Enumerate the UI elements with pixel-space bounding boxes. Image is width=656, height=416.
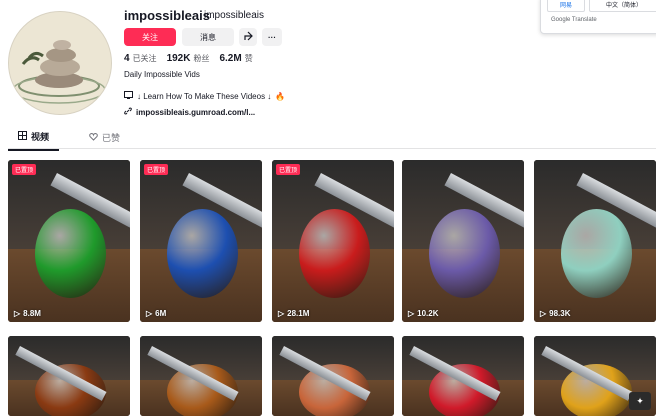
video-tile[interactable]: 已置顶 ▷ 6M [140,160,262,322]
follow-button[interactable]: 关注 [124,28,176,46]
followers-label: 粉丝 [193,54,210,63]
sparkle-corner-icon[interactable]: ✦ [629,392,651,410]
translate-popup: 网易 中文（简体） Google Translate [540,0,656,34]
video-view-count: ▷ 28.1M [278,309,309,318]
play-icon: ▷ [146,309,153,318]
following-label: 已关注 [132,54,157,63]
tabs-divider [8,148,656,149]
message-button[interactable]: 消息 [182,28,234,46]
play-icon: ▷ [14,309,21,318]
profile-nickname: impossibleais [204,10,265,21]
profile-link-text: impossibleais.gumroad.com/l... [136,107,256,117]
video-tile[interactable]: 已置顶 ▷ 8.8M [8,160,130,322]
pinned-badge: 已置顶 [12,164,37,175]
share-button[interactable] [239,28,257,46]
view-count-text: 6M [155,309,167,318]
video-tile[interactable] [8,336,130,416]
more-dots-icon: ··· [268,32,276,42]
followers-stat[interactable]: 192K 粉丝 [167,53,210,64]
following-count: 4 [124,53,130,64]
likes-label: 赞 [244,54,253,63]
profile-bio: Daily Impossible Vids [124,70,200,79]
likes-count: 6.2M [219,53,242,64]
link-icon [124,107,132,117]
view-count-text: 8.8M [23,309,41,318]
profile-bio-line2: ↓ Learn How To Make These Videos ↓ 🔥 [124,91,285,101]
profile-username: impossibleais [124,8,210,23]
more-options-button[interactable]: ··· [262,28,282,46]
share-icon [243,31,253,43]
likes-stat: 6.2M 赞 [219,53,252,64]
zen-stones-avatar-image [9,12,111,114]
profile-link[interactable]: impossibleais.gumroad.com/l... [124,107,255,117]
translate-target-button[interactable]: 中文（简体） [589,0,656,12]
video-tile[interactable] [272,336,394,416]
pinned-badge: 已置顶 [276,164,301,175]
video-view-count: ▷ 8.8M [14,309,41,318]
followers-count: 192K [166,53,191,64]
profile-stats: 4 已关注 192K 粉丝 6.2M 赞 [124,53,253,64]
video-tile[interactable] [140,336,262,416]
video-thumbnail-subject [166,208,238,298]
view-count-text: 98.3K [549,309,571,318]
following-stat[interactable]: 4 已关注 [124,53,157,64]
video-thumbnail-subject [298,208,370,298]
fire-icon: 🔥 [275,91,286,101]
tab-liked-label: 已赞 [102,133,121,143]
video-view-count: ▷ 10.2K [408,309,439,318]
play-icon: ▷ [408,309,415,318]
video-tile[interactable]: ▷ 10.2K [402,160,524,322]
video-tile[interactable]: ▷ 98.3K [534,160,656,322]
translate-footer: Google Translate [551,17,597,23]
tab-videos-label: 视频 [31,132,50,142]
grid-icon [18,131,27,142]
video-view-count: ▷ 6M [146,309,166,318]
translate-source-button[interactable]: 网易 [547,0,585,12]
video-thumbnail-subject [428,208,500,298]
play-icon: ▷ [540,309,547,318]
video-view-count: ▷ 98.3K [540,309,571,318]
pinned-badge: 已置顶 [144,164,169,175]
video-tile[interactable] [402,336,524,416]
video-thumbnail-subject [34,208,106,298]
view-count-text: 10.2K [417,309,439,318]
play-icon: ▷ [278,309,285,318]
heart-outline-icon [89,132,98,143]
bio-line2-text: ↓ Learn How To Make These Videos ↓ [137,91,272,101]
avatar[interactable] [8,11,112,115]
view-count-text: 28.1M [287,309,310,318]
video-thumbnail-subject [560,208,632,298]
tv-icon [124,91,133,101]
video-tile[interactable]: 已置顶 ▷ 28.1M [272,160,394,322]
